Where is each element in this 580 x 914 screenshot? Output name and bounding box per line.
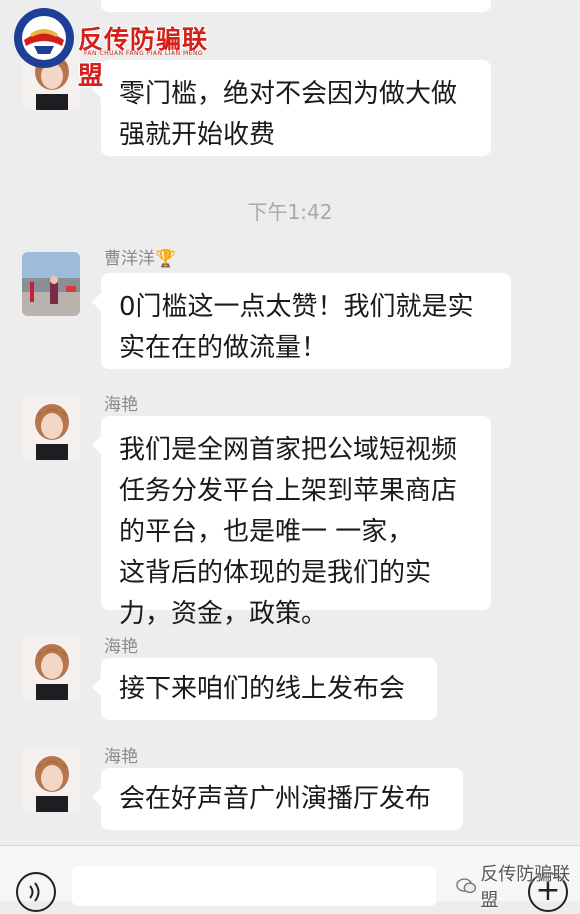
avatar-haiyan[interactable]: [22, 636, 80, 700]
sender-name: 海艳: [104, 395, 138, 415]
message-bubble[interactable]: 我们是全网首家把公域短视频 任务分发平台上架到苹果商店 的平台，也是唯一 一家，…: [92, 416, 491, 629]
alliance-seal-icon: [14, 8, 74, 68]
sender-name: 曹洋洋🏆: [104, 249, 177, 269]
wechat-icon: [456, 878, 477, 894]
avatar-caoyangyang[interactable]: [22, 252, 80, 316]
avatar-woman-icon: [22, 396, 80, 460]
chat-area[interactable]: 零门槛，绝对不会因为做大做 强就开始收费 下午1:42 曹洋洋🏆 0门槛这一点太…: [0, 0, 580, 845]
message-input[interactable]: [72, 866, 436, 906]
sender-name: 海艳: [104, 747, 138, 767]
voice-icon[interactable]: [16, 872, 56, 912]
logo-subtitle: FAN CHUAN FANG PIAN LIAN MENG: [84, 50, 204, 57]
message-bubble[interactable]: 0门槛这一点太赞！我们就是实 实在在的做流量！: [92, 273, 511, 369]
message-bubble[interactable]: 接下来咱们的线上发布会: [92, 658, 437, 720]
sender-name: 海艳: [104, 637, 138, 657]
watermark-logo: 反传防骗联盟 FAN CHUAN FANG PIAN LIAN MENG: [12, 6, 222, 90]
bottom-watermark: 反传防骗联盟: [456, 860, 580, 912]
avatar-photo-icon: [22, 252, 80, 316]
message-bubble[interactable]: 会在好声音广州演播厅发布: [92, 768, 463, 830]
avatar-woman-icon: [22, 748, 80, 812]
bottom-watermark-text: 反传防骗联盟: [480, 864, 571, 911]
message-timestamp: 下午1:42: [247, 200, 333, 224]
avatar-woman-icon: [22, 636, 80, 700]
avatar-haiyan[interactable]: [22, 396, 80, 460]
avatar-haiyan[interactable]: [22, 748, 80, 812]
